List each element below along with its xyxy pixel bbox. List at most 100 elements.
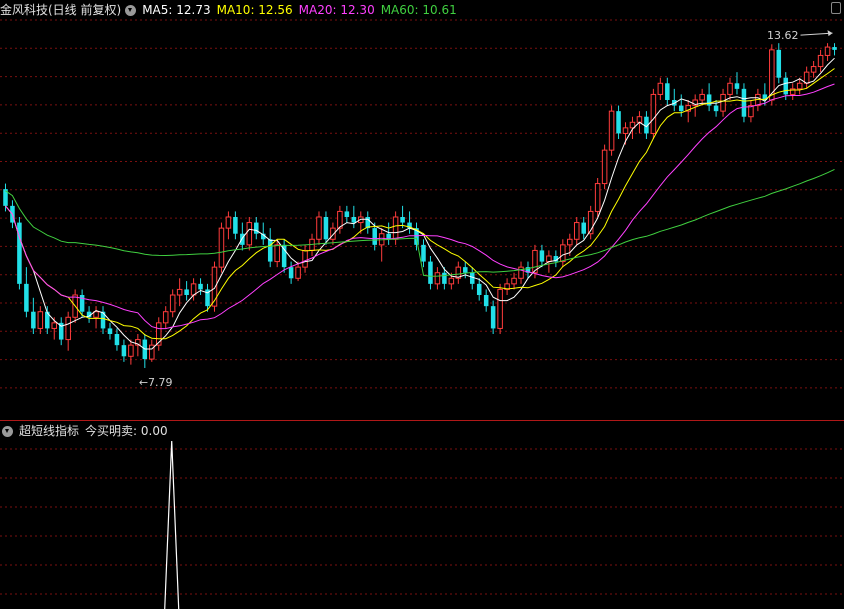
- candle-down: [476, 283, 482, 295]
- candle-up: [824, 46, 831, 56]
- indicator-header: 超短线指标 今买明卖: 0.00: [0, 423, 174, 439]
- candle-up: [51, 322, 58, 329]
- indicator-chart[interactable]: [0, 421, 844, 609]
- indicator-spike: [164, 440, 180, 609]
- candle-down: [24, 283, 29, 312]
- ma-line-ma60: [5, 168, 835, 277]
- candle-down: [469, 272, 475, 284]
- candle-down: [421, 244, 426, 262]
- candle-up: [796, 82, 803, 90]
- candle-up: [769, 49, 775, 101]
- low-price-annotation: ←7.79: [139, 376, 173, 389]
- candle-down: [483, 295, 489, 307]
- candle-down: [281, 244, 287, 268]
- candle-down: [581, 222, 586, 234]
- candle-up: [295, 266, 301, 279]
- candle-down: [198, 283, 203, 290]
- indicator-label: 超短线指标: [19, 424, 80, 438]
- candle-down: [428, 261, 433, 284]
- candle-up: [622, 127, 629, 134]
- candle-up: [497, 288, 503, 329]
- ma20-label: MA20: 12.30: [298, 3, 375, 17]
- indicator-value: 今买明卖: 0.00: [85, 424, 168, 438]
- candle-up: [302, 249, 308, 268]
- candle-up: [518, 266, 524, 279]
- candle-up: [594, 183, 601, 212]
- candle-up: [817, 54, 824, 68]
- candle-up: [448, 277, 455, 285]
- candle-up: [65, 316, 71, 341]
- candle-up: [546, 255, 552, 263]
- candle-down: [665, 83, 670, 100]
- candle-down: [323, 217, 329, 240]
- candle-up: [434, 272, 441, 285]
- high-price-arrow: [800, 32, 833, 36]
- candle-up: [699, 93, 705, 101]
- ma10-label: MA10: 12.56: [216, 3, 293, 17]
- candle-up: [803, 71, 810, 84]
- candle-up: [190, 283, 197, 296]
- candle-up: [511, 277, 517, 285]
- candle-up: [636, 116, 643, 123]
- candle-up: [128, 344, 134, 357]
- dropdown-circle-icon[interactable]: [125, 4, 137, 16]
- candle-down: [344, 211, 350, 217]
- candle-up: [650, 93, 657, 134]
- candle-down: [288, 267, 294, 279]
- candle-down: [233, 217, 238, 234]
- ma60-label: MA60: 10.61: [380, 3, 457, 17]
- candle-down: [741, 88, 747, 117]
- candle-up: [601, 149, 608, 185]
- candle-down: [734, 83, 740, 89]
- candle-up: [274, 244, 280, 263]
- candle-up: [810, 66, 817, 73]
- candle-down: [267, 239, 273, 262]
- candle-down: [713, 105, 719, 112]
- high-price-arrowhead: [827, 30, 833, 37]
- high-price-annotation: 13.62: [767, 29, 799, 42]
- candle-down: [490, 306, 496, 329]
- indicator-panel[interactable]: 超短线指标 今买明卖: 0.00: [0, 420, 844, 609]
- candle-up: [560, 244, 566, 263]
- candle-down: [31, 311, 36, 329]
- candle-up: [218, 227, 225, 268]
- candle-down: [114, 334, 120, 346]
- candle-down: [783, 77, 789, 95]
- candle-down: [776, 49, 782, 78]
- candle-up: [573, 222, 580, 240]
- candle-up: [246, 222, 253, 246]
- candle-up: [37, 311, 44, 329]
- panel-toggle-icon[interactable]: [831, 2, 841, 14]
- main-chart-panel[interactable]: 13.62 ←7.79 金风科技(日线 前复权) MA5: 12.73 MA10…: [0, 0, 844, 420]
- candle-down: [400, 217, 405, 223]
- candle-down: [616, 111, 621, 134]
- candle-down: [442, 272, 447, 284]
- candle-down: [539, 250, 545, 262]
- candle-up: [392, 216, 399, 240]
- candle-down: [832, 47, 837, 50]
- ma-line-ma20: [5, 83, 835, 330]
- dropdown-circle-icon[interactable]: [2, 425, 13, 437]
- ma-line-ma10: [5, 68, 835, 340]
- candle-up: [567, 238, 573, 246]
- candle-down: [678, 105, 684, 112]
- candle-down: [351, 217, 357, 223]
- candle-down: [463, 267, 468, 273]
- candle-up: [316, 216, 322, 240]
- candle-up: [225, 216, 232, 229]
- chart-header: 金风科技(日线 前复权) MA5: 12.73 MA10: 12.56 MA20…: [0, 2, 463, 18]
- candle-down: [121, 345, 127, 357]
- candle-up: [608, 110, 615, 151]
- stock-label: 金风科技(日线 前复权): [0, 3, 122, 17]
- candle-up: [93, 311, 99, 318]
- candle-down: [254, 222, 259, 234]
- candle-up: [727, 82, 733, 95]
- candle-up: [176, 288, 183, 296]
- candle-up: [720, 93, 726, 112]
- candle-down: [107, 328, 113, 334]
- ma5-label: MA5: 12.73: [142, 3, 211, 17]
- candlestick-chart[interactable]: 13.62 ←7.79: [0, 0, 844, 420]
- candle-up: [657, 82, 664, 95]
- candle-down: [372, 228, 377, 245]
- candle-down: [184, 289, 189, 295]
